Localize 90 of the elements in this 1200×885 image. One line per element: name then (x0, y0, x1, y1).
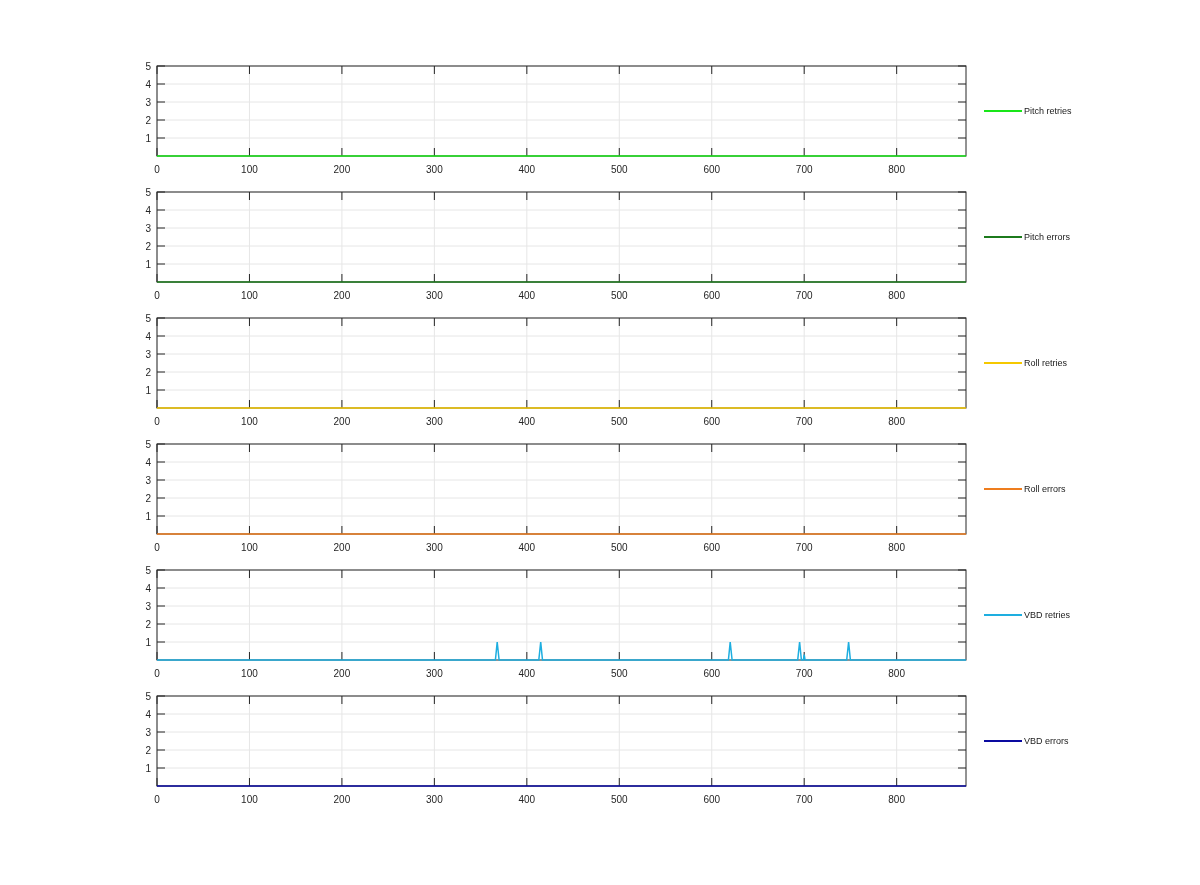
tick-label: 300 (426, 164, 443, 175)
tick-label: 100 (241, 290, 258, 301)
tick-label: 200 (333, 542, 351, 553)
tick-label: 500 (610, 164, 628, 175)
tick-label: 700 (795, 290, 813, 301)
tick-label: 3 (145, 600, 151, 612)
tick-label: 1 (145, 384, 151, 396)
tick-label: 4 (145, 330, 151, 342)
tick-label: 800 (888, 164, 905, 175)
tick-label: 0 (154, 416, 160, 427)
legend-label: Pitch errors (1024, 232, 1070, 242)
tick-label: 200 (333, 164, 351, 175)
tick-label: 300 (426, 668, 443, 679)
tick-label: 100 (241, 416, 258, 427)
tick-label: 100 (241, 794, 258, 805)
tick-label: 5 (145, 690, 151, 702)
legend-label: Roll retries (1024, 358, 1067, 368)
tick-label: 600 (703, 164, 721, 175)
tick-label: 5 (145, 312, 151, 324)
tick-label: 400 (518, 416, 536, 427)
tick-label: 1 (145, 762, 151, 774)
tick-label: 700 (795, 794, 813, 805)
tick-label: 3 (145, 726, 151, 738)
tick-label: 2 (145, 492, 151, 504)
tick-label: 400 (518, 668, 536, 679)
tick-label: 4 (145, 204, 151, 216)
legend-label: VBD errors (1024, 736, 1069, 746)
tick-label: 600 (703, 668, 721, 679)
tick-label: 2 (145, 618, 151, 630)
tick-label: 2 (145, 114, 151, 126)
tick-label: 800 (888, 794, 905, 805)
tick-label: 0 (154, 290, 160, 301)
tick-label: 600 (703, 290, 721, 301)
tick-label: 600 (703, 542, 721, 553)
tick-label: 500 (610, 668, 628, 679)
tick-label: 200 (333, 416, 351, 427)
tick-label: 0 (154, 542, 160, 553)
tick-label: 400 (518, 290, 536, 301)
tick-label: 5 (145, 60, 151, 72)
tick-label: 800 (888, 290, 905, 301)
tick-label: 4 (145, 456, 151, 468)
tick-label: 400 (518, 794, 536, 805)
tick-label: 800 (888, 668, 905, 679)
legend-label: Roll errors (1024, 484, 1066, 494)
tick-label: 500 (610, 416, 628, 427)
tick-label: 800 (888, 416, 905, 427)
tick-label: 300 (426, 416, 443, 427)
tick-label: 200 (333, 668, 351, 679)
tick-label: 5 (145, 186, 151, 198)
tick-label: 200 (333, 794, 351, 805)
tick-label: 1 (145, 510, 151, 522)
tick-label: 100 (241, 164, 258, 175)
tick-label: 4 (145, 708, 151, 720)
tick-label: 300 (426, 290, 443, 301)
tick-label: 3 (145, 222, 151, 234)
tick-label: 4 (145, 78, 151, 90)
tick-label: 5 (145, 564, 151, 576)
tick-label: 700 (795, 416, 813, 427)
tick-label: 1 (145, 636, 151, 648)
tick-label: 0 (154, 164, 160, 175)
tick-label: 100 (241, 542, 258, 553)
legend-label: Pitch retries (1024, 106, 1072, 116)
tick-label: 4 (145, 582, 151, 594)
tick-label: 500 (610, 290, 628, 301)
tick-label: 3 (145, 348, 151, 360)
tick-label: 2 (145, 366, 151, 378)
tick-label: 1 (145, 258, 151, 270)
tick-label: 5 (145, 438, 151, 450)
tick-label: 3 (145, 96, 151, 108)
tick-label: 800 (888, 542, 905, 553)
tick-label: 200 (333, 290, 351, 301)
tick-label: 700 (795, 542, 813, 553)
tick-label: 100 (241, 668, 258, 679)
tick-label: 0 (154, 668, 160, 679)
tick-label: 1 (145, 132, 151, 144)
tick-label: 500 (610, 794, 628, 805)
tick-label: 300 (426, 542, 443, 553)
tick-label: 2 (145, 744, 151, 756)
tick-label: 400 (518, 164, 536, 175)
tick-label: 3 (145, 474, 151, 486)
tick-label: 2 (145, 240, 151, 252)
tick-label: 700 (795, 668, 813, 679)
tick-label: 700 (795, 164, 813, 175)
tick-label: 300 (426, 794, 443, 805)
tick-label: 600 (703, 794, 721, 805)
tick-label: 0 (154, 794, 160, 805)
legend-label: VBD retries (1024, 610, 1070, 620)
tick-label: 600 (703, 416, 721, 427)
tick-label: 400 (518, 542, 536, 553)
tick-label: 500 (610, 542, 628, 553)
